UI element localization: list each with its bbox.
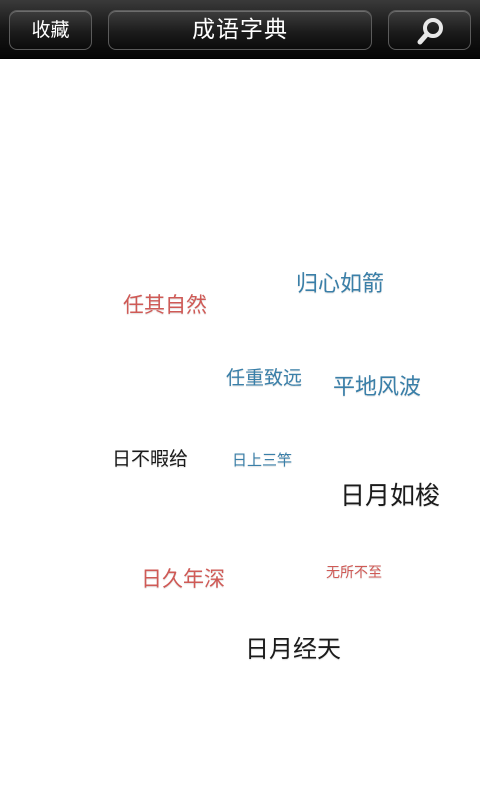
- idiom-item[interactable]: 日月经天: [245, 629, 341, 664]
- idiom-item[interactable]: 日久年深: [141, 563, 225, 593]
- idiom-item[interactable]: 日不暇给: [112, 444, 188, 471]
- search-icon: [417, 18, 443, 45]
- favorites-button[interactable]: 收藏: [9, 10, 92, 50]
- idiom-item[interactable]: 平地风波: [333, 369, 421, 401]
- idiom-item[interactable]: 任重致远: [226, 363, 302, 390]
- top-bar: 收藏 成语字典: [0, 0, 480, 59]
- search-button[interactable]: [388, 10, 471, 50]
- idiom-item[interactable]: 归心如箭: [296, 266, 384, 298]
- idiom-item[interactable]: 无所不至: [326, 562, 382, 582]
- idiom-item[interactable]: 任其自然: [123, 289, 207, 319]
- page-title: 成语字典: [108, 10, 372, 50]
- idiom-item[interactable]: 日上三竿: [232, 449, 292, 470]
- idiom-item[interactable]: 日月如梭: [340, 476, 440, 512]
